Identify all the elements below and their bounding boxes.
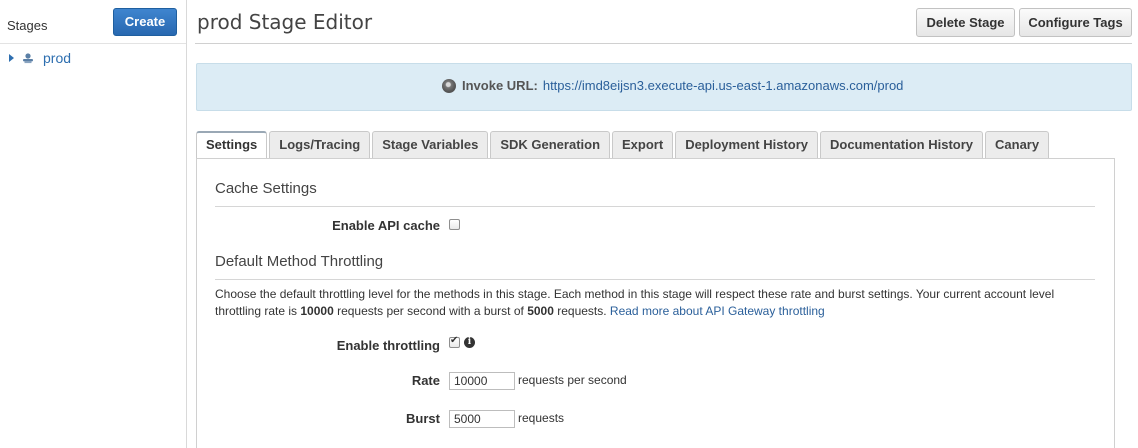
cache-divider	[215, 206, 1095, 207]
sidebar-item-label: prod	[43, 50, 72, 66]
account-rate-limit: 10000	[300, 304, 334, 318]
account-burst-limit: 5000	[527, 304, 554, 318]
tab-sdk-generation[interactable]: SDK Generation	[490, 131, 611, 158]
rate-unit: requests per second	[518, 373, 627, 387]
delete-stage-button[interactable]: Delete Stage	[916, 8, 1015, 37]
invoke-url-banner: Invoke URL: https://imd8eijsn3.execute-a…	[196, 63, 1132, 111]
tab-settings[interactable]: Settings	[196, 131, 268, 159]
enable-cache-label: Enable API cache	[332, 218, 440, 233]
sidebar-header: Stages Create	[0, 0, 186, 44]
throttling-divider	[215, 279, 1095, 280]
stages-sidebar: Stages Create prod	[0, 0, 187, 448]
tab-documentation-history[interactable]: Documentation History	[820, 131, 984, 158]
sidebar-item-prod[interactable]: prod	[9, 49, 71, 67]
invoke-dot-icon	[442, 78, 456, 93]
stage-tabs: Settings Logs/Tracing Stage Variables SD…	[196, 131, 1051, 159]
info-icon[interactable]: i	[464, 337, 475, 348]
caret-right-icon[interactable]	[9, 54, 14, 62]
burst-input[interactable]	[449, 410, 515, 428]
rate-label: Rate	[411, 373, 440, 388]
stage-icon	[22, 52, 34, 64]
rate-input[interactable]	[449, 372, 515, 390]
tab-export[interactable]: Export	[612, 131, 674, 158]
enable-cache-checkbox[interactable]	[449, 219, 460, 230]
configure-tags-button[interactable]: Configure Tags	[1019, 8, 1132, 37]
tab-stage-variables[interactable]: Stage Variables	[372, 131, 489, 158]
burst-unit: requests	[518, 411, 565, 425]
enable-throttling-checkbox[interactable]	[449, 335, 460, 348]
burst-label: Burst	[406, 411, 440, 426]
sidebar-title: Stages	[7, 18, 48, 33]
enable-throttling-label: Enable throttling	[336, 338, 440, 353]
throttling-title: Default Method Throttling	[215, 253, 384, 270]
invoke-url-link[interactable]: https://imd8eijsn3.execute-api.us-east-1…	[543, 78, 904, 93]
page-title: prod Stage Editor	[197, 10, 373, 34]
throttling-docs-link[interactable]: Read more about API Gateway throttling	[610, 304, 825, 318]
throttling-description: Choose the default throttling level for …	[215, 287, 1055, 318]
tab-deployment-history[interactable]: Deployment History	[675, 131, 818, 158]
header-divider	[195, 43, 1132, 44]
tab-canary[interactable]: Canary	[985, 131, 1050, 158]
tab-logs-tracing[interactable]: Logs/Tracing	[269, 131, 371, 158]
invoke-url-label: Invoke URL:	[462, 78, 538, 93]
cache-settings-title: Cache Settings	[215, 180, 317, 197]
create-stage-button[interactable]: Create	[113, 8, 177, 36]
